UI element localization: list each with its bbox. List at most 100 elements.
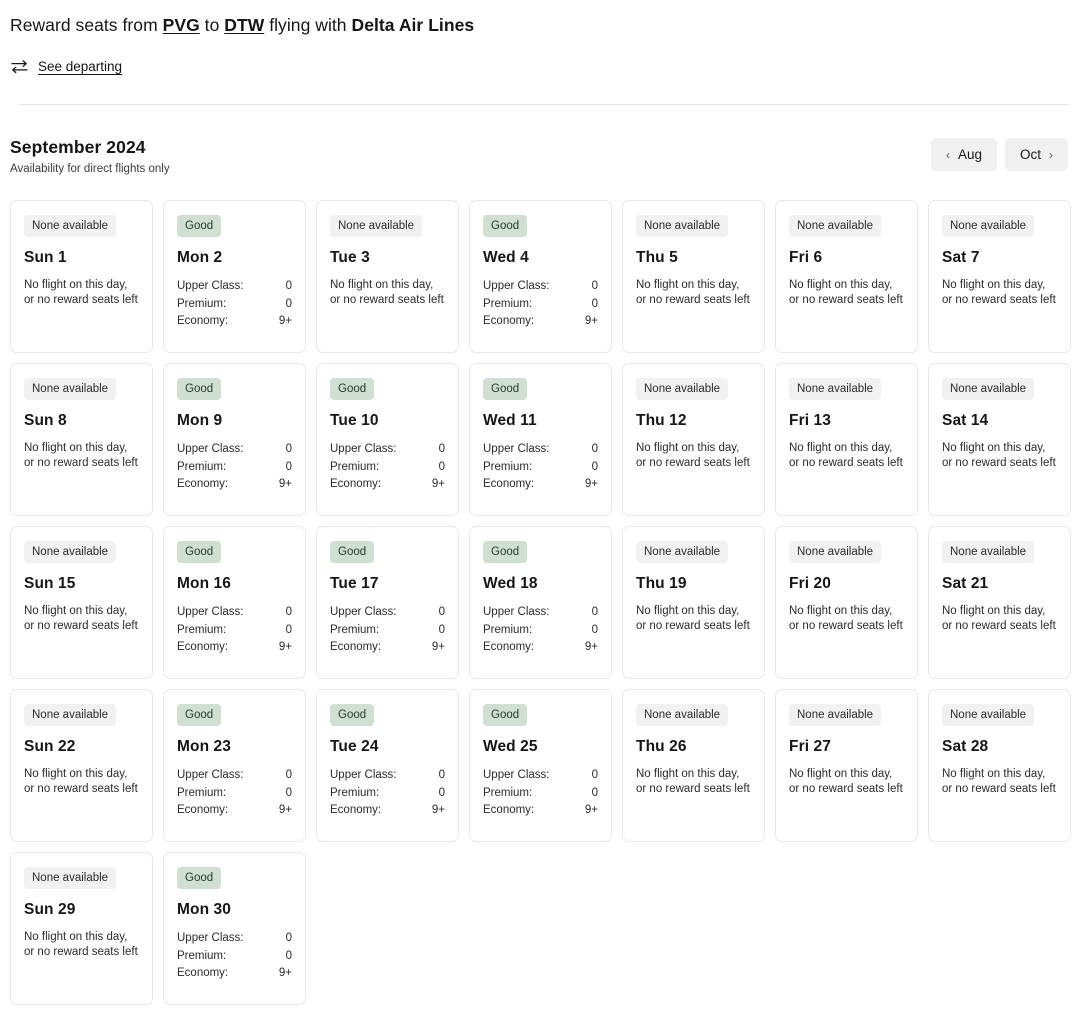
previous-month-button[interactable]: ‹ Aug xyxy=(931,138,997,171)
availability-badge: None available xyxy=(24,215,116,237)
month-bar: September 2024 Availability for direct f… xyxy=(0,105,1080,176)
day-label: Sat 14 xyxy=(942,411,1057,431)
cabin-row: Upper Class: 0 xyxy=(330,442,445,457)
see-departing-row[interactable]: See departing xyxy=(10,59,1080,75)
cabin-row: Economy:9+ xyxy=(483,640,598,655)
no-flight-message: No flight on this day, or no reward seat… xyxy=(24,604,139,633)
day-card[interactable]: GoodMon 2Upper Class:0Premium:0Economy:9… xyxy=(163,200,306,353)
day-card[interactable]: GoodTue 10Upper Class:0Premium:0Economy:… xyxy=(316,363,459,516)
swap-arrows-icon xyxy=(10,59,29,75)
day-card[interactable]: None available Sat 14 No flight on this da… xyxy=(928,363,1071,516)
day-card[interactable]: None availableFri 6No flight on this day… xyxy=(775,200,918,353)
cabin-seat-count: 9+ xyxy=(585,477,598,492)
day-card[interactable]: None availableSun 22No flight on this da… xyxy=(10,689,153,842)
day-card[interactable]: None availableSun 15No flight on this da… xyxy=(10,526,153,679)
cabin-name: Premium: xyxy=(330,623,379,638)
availability-calendar-grid: None available Sun 1 No flight on this day… xyxy=(0,200,1080,1005)
day-card[interactable]: None availableSun 8No flight on this day… xyxy=(10,363,153,516)
day-label: Sun 1 xyxy=(24,248,139,268)
destination-airport-code[interactable]: DTW xyxy=(224,15,264,35)
no-flight-message: No flight on this day, or no reward seat… xyxy=(24,441,139,470)
availability-badge: None available xyxy=(24,704,116,726)
cabin-row: Upper Class:0 xyxy=(330,768,445,783)
day-card[interactable]: None availableFri 20No flight on this da… xyxy=(775,526,918,679)
day-label: Sat 28 xyxy=(942,737,1057,757)
cabin-seat-count: 9+ xyxy=(585,314,598,329)
cabin-seat-count: 0 xyxy=(439,442,445,457)
cabin-name: Premium: xyxy=(330,786,379,801)
cabin-availability-list: Upper Class:0Premium:0Economy:9+ xyxy=(330,442,445,492)
cabin-seat-count: 0 xyxy=(439,786,445,801)
cabin-availability-list: Upper Class:0Premium:0Economy:9+ xyxy=(483,442,598,492)
day-label: Mon 30 xyxy=(177,900,292,920)
cabin-name: Economy: xyxy=(177,477,228,492)
cabin-seat-count: 9+ xyxy=(432,640,445,655)
cabin-row: Premium:0 xyxy=(330,460,445,475)
day-card[interactable]: GoodWed 4Upper Class:0Premium:0Economy:9… xyxy=(469,200,612,353)
page-header: Reward seats from PVG to DTW flying with… xyxy=(0,0,1080,105)
airline-name: Delta Air Lines xyxy=(352,15,475,35)
cabin-availability-list: Upper Class:0Premium:0Economy:9+ xyxy=(177,768,292,818)
cabin-name: Upper Class: xyxy=(177,279,243,294)
cabin-name: Premium: xyxy=(483,786,532,801)
day-card[interactable]: None availableTue 3No flight on this day… xyxy=(316,200,459,353)
day-label: Tue 3 xyxy=(330,248,445,268)
day-label: Fri 27 xyxy=(789,737,904,757)
cabin-row: Premium:0 xyxy=(177,297,292,312)
day-label: Sun 22 xyxy=(24,737,139,757)
cabin-row: Upper Class:0 xyxy=(330,605,445,620)
availability-badge: Good xyxy=(177,541,221,563)
day-label: Tue 17 xyxy=(330,574,445,594)
cabin-name: Upper Class: xyxy=(330,442,396,457)
cabin-row: Economy:9+ xyxy=(483,803,598,818)
no-flight-message: No flight on this day, or no reward seat… xyxy=(789,767,904,796)
day-card[interactable]: GoodMon 9Upper Class:0Premium:0Economy:9… xyxy=(163,363,306,516)
day-card[interactable]: None availableSat 28No flight on this da… xyxy=(928,689,1071,842)
cabin-row: Upper Class:0 xyxy=(483,605,598,620)
cabin-name: Upper Class: xyxy=(330,605,396,620)
availability-badge: None available xyxy=(789,541,881,563)
day-card[interactable]: GoodMon 30Upper Class:0Premium:0Economy:… xyxy=(163,852,306,1005)
day-card[interactable]: None availableFri 27No flight on this da… xyxy=(775,689,918,842)
day-card[interactable]: None availableThu 5No flight on this day… xyxy=(622,200,765,353)
day-card[interactable]: None availableThu 12No flight on this da… xyxy=(622,363,765,516)
previous-month-label: Aug xyxy=(958,148,982,162)
day-card[interactable]: None availableThu 19No flight on this da… xyxy=(622,526,765,679)
day-card[interactable]: GoodWed 18Upper Class:0Premium:0Economy:… xyxy=(469,526,612,679)
availability-badge: None available xyxy=(942,541,1034,563)
no-flight-message: No flight on this day, or no reward seat… xyxy=(942,278,1057,307)
cabin-name: Premium: xyxy=(177,297,226,312)
cabin-availability-list: Upper Class:0Premium:0Economy:9+ xyxy=(177,931,292,981)
cabin-name: Premium: xyxy=(330,460,379,475)
next-month-button[interactable]: Oct › xyxy=(1005,138,1068,171)
title-suffix: flying with xyxy=(269,15,346,35)
availability-badge: Good xyxy=(177,215,221,237)
availability-badge: None available xyxy=(942,378,1034,400)
cabin-availability-list: Upper Class:0Premium:0Economy:9+ xyxy=(177,442,292,492)
no-flight-message: No flight on this day, or no reward seat… xyxy=(789,278,904,307)
day-card[interactable]: GoodMon 23Upper Class:0Premium:0Economy:… xyxy=(163,689,306,842)
day-card[interactable]: None availableFri 13No flight on this da… xyxy=(775,363,918,516)
cabin-seat-count: 0 xyxy=(592,623,598,638)
day-card[interactable]: None availableSat 21No flight on this da… xyxy=(928,526,1071,679)
day-label: Wed 25 xyxy=(483,737,598,757)
cabin-row: Upper Class:0 xyxy=(177,768,292,783)
see-departing-link[interactable]: See departing xyxy=(38,59,122,75)
day-card[interactable]: GoodMon 16Upper Class:0Premium:0Economy:… xyxy=(163,526,306,679)
day-card[interactable]: GoodTue 17Upper Class:0Premium:0Economy:… xyxy=(316,526,459,679)
cabin-seat-count: 9+ xyxy=(585,640,598,655)
availability-badge: None available xyxy=(24,867,116,889)
cabin-row: Economy:9+ xyxy=(177,477,292,492)
day-card[interactable]: GoodTue 24Upper Class:0Premium:0Economy:… xyxy=(316,689,459,842)
day-card[interactable]: None availableThu 26No flight on this da… xyxy=(622,689,765,842)
month-navigation: ‹ Aug Oct › xyxy=(931,138,1068,171)
no-flight-message: No flight on this day, or no reward seat… xyxy=(942,441,1057,470)
day-card[interactable]: None availableSun 29No flight on this da… xyxy=(10,852,153,1005)
day-card[interactable]: None availableSun 1No flight on this day… xyxy=(10,200,153,353)
cabin-seat-count: 0 xyxy=(286,623,292,638)
day-card[interactable]: None availableSat 7No flight on this day… xyxy=(928,200,1071,353)
origin-airport-code[interactable]: PVG xyxy=(163,15,200,35)
day-card[interactable]: GoodWed 25Upper Class:0Premium:0Economy:… xyxy=(469,689,612,842)
day-label: Thu 12 xyxy=(636,411,751,431)
day-card[interactable]: GoodWed 11Upper Class:0Premium:0Economy:… xyxy=(469,363,612,516)
